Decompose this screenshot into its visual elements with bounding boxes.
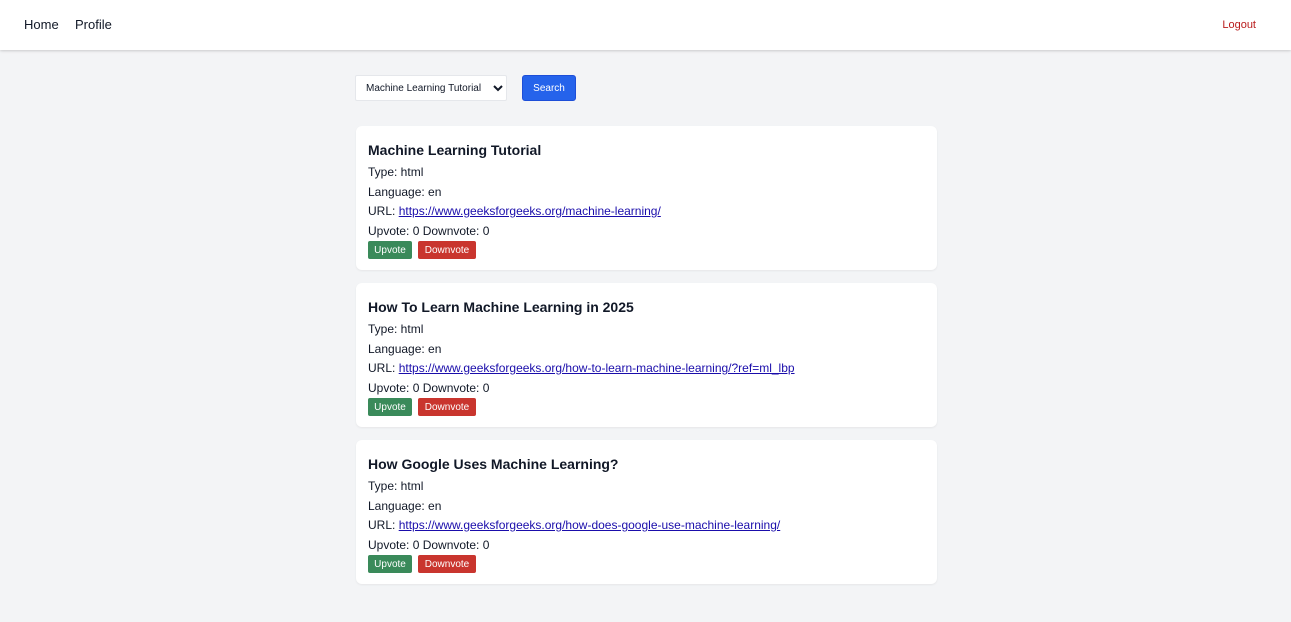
- result-title: Machine Learning Tutorial: [368, 142, 542, 158]
- upvote-button[interactable]: Upvote: [368, 241, 412, 259]
- downvote-button[interactable]: Downvote: [418, 241, 476, 259]
- result-votes: Upvote: 0 Downvote: 0: [368, 537, 490, 552]
- result-url-line: URL: https://www.geeksforgeeks.org/machi…: [368, 202, 925, 222]
- nav-profile-link[interactable]: Profile: [75, 17, 112, 32]
- vote-buttons: Upvote Downvote: [368, 241, 925, 259]
- results-list: Machine Learning Tutorial Type: html Lan…: [356, 126, 937, 597]
- result-type: Type: html: [368, 479, 424, 493]
- result-url-line: URL: https://www.geeksforgeeks.org/how-t…: [368, 359, 925, 379]
- result-card: Machine Learning Tutorial Type: html Lan…: [356, 126, 937, 270]
- navbar: Home Profile Logout: [0, 0, 1291, 50]
- result-url-link[interactable]: https://www.geeksforgeeks.org/how-does-g…: [399, 518, 781, 532]
- result-language: Language: en: [368, 498, 442, 513]
- result-card: How Google Uses Machine Learning? Type: …: [356, 440, 937, 584]
- result-url-label: URL:: [368, 518, 399, 532]
- result-votes: Upvote: 0 Downvote: 0: [368, 380, 490, 395]
- result-url-label: URL:: [368, 204, 399, 218]
- result-title: How To Learn Machine Learning in 2025: [368, 299, 634, 315]
- result-language: Language: en: [368, 341, 442, 356]
- result-card: How To Learn Machine Learning in 2025 Ty…: [356, 283, 937, 427]
- query-select[interactable]: Machine Learning Tutorial: [355, 75, 507, 101]
- search-button[interactable]: Search: [522, 75, 576, 101]
- downvote-button[interactable]: Downvote: [418, 555, 476, 573]
- result-url-line: URL: https://www.geeksforgeeks.org/how-d…: [368, 516, 925, 536]
- result-type: Type: html: [368, 165, 424, 179]
- upvote-button[interactable]: Upvote: [368, 555, 412, 573]
- vote-buttons: Upvote Downvote: [368, 555, 925, 573]
- upvote-button[interactable]: Upvote: [368, 398, 412, 416]
- result-title: How Google Uses Machine Learning?: [368, 456, 619, 472]
- result-url-link[interactable]: https://www.geeksforgeeks.org/how-to-lea…: [399, 361, 795, 375]
- result-url-label: URL:: [368, 361, 399, 375]
- result-type: Type: html: [368, 322, 424, 336]
- result-url-link[interactable]: https://www.geeksforgeeks.org/machine-le…: [399, 204, 661, 218]
- result-votes: Upvote: 0 Downvote: 0: [368, 223, 490, 238]
- downvote-button[interactable]: Downvote: [418, 398, 476, 416]
- result-language: Language: en: [368, 184, 442, 199]
- nav-home-link[interactable]: Home: [24, 17, 59, 32]
- vote-buttons: Upvote Downvote: [368, 398, 925, 416]
- logout-link[interactable]: Logout: [1222, 19, 1256, 31]
